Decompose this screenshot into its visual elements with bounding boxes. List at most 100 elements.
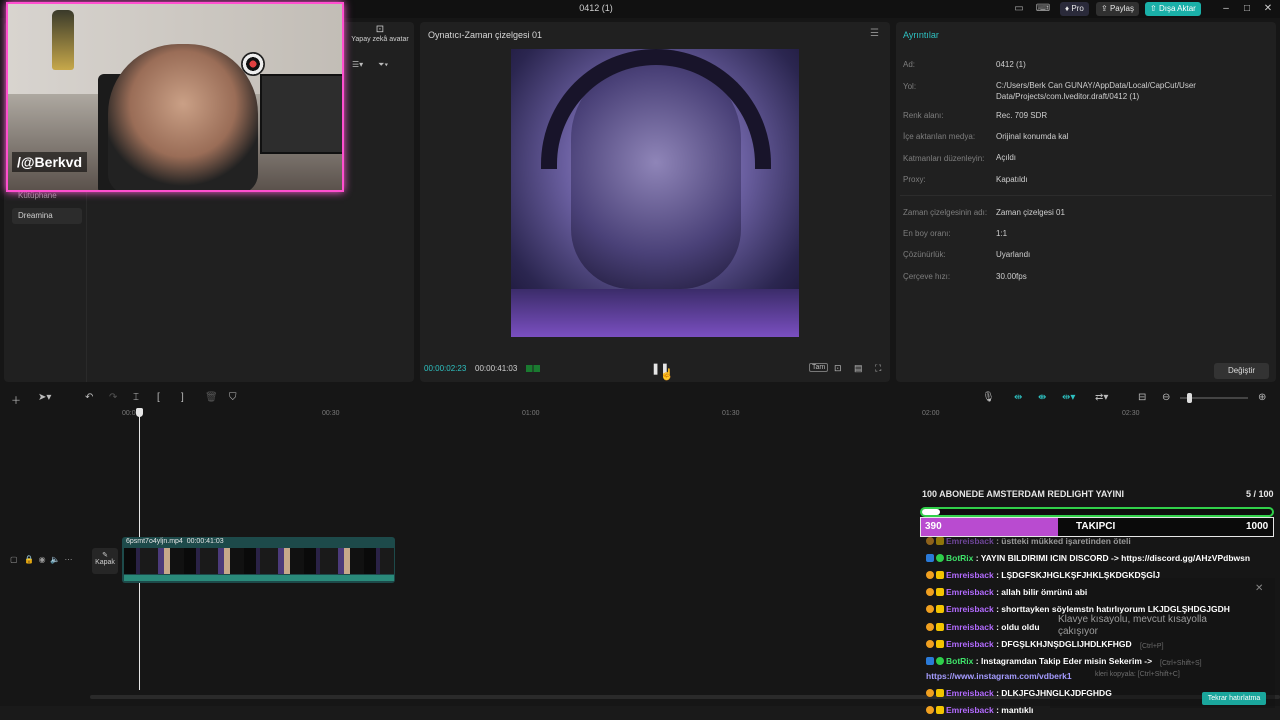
fullscreen-icon[interactable]: ⛶ (875, 363, 881, 374)
sub-badge-icon (926, 640, 934, 648)
minimize-button[interactable]: – (1219, 2, 1233, 16)
chat-text: Instagramdan Takip Eder misin Sekerim -> (980, 656, 1153, 666)
player-title: Oynatıcı-Zaman çizelgesi 01 (428, 30, 543, 40)
snap-icon[interactable]: ⇹▾ (1062, 392, 1075, 403)
gift-badge-icon (936, 623, 944, 631)
close-icon[interactable]: ✕ (1255, 583, 1263, 594)
ruler-tick: 01:00 (522, 410, 540, 417)
ruler-tick: 00:30 (322, 410, 340, 417)
chat-user: Emreisback (946, 536, 994, 546)
nav-item-dreamina[interactable]: Dreamina (12, 208, 82, 224)
sub-badge-icon (926, 623, 934, 631)
layout-icon[interactable]: ▭ (1011, 3, 1027, 15)
chat-user: BotRix (946, 656, 974, 666)
capcut-window: 0412 (1) ▭ ⌨ ♦ Pro ⇪ Paylaş ⇧ Dışa Aktar… (0, 0, 1280, 720)
lock-icon[interactable]: 🔒 (24, 555, 34, 564)
clip-thumbnails (124, 548, 394, 574)
sort-icon[interactable]: ☰▾ (352, 60, 363, 69)
chat-user: Emreisback (946, 639, 994, 649)
menu-icon[interactable]: ☰ (870, 28, 879, 39)
link-icon[interactable]: ⇹ (1014, 392, 1022, 403)
gift-badge-icon (936, 689, 944, 697)
follower-goal: 1000 (1246, 521, 1269, 532)
track-box-icon[interactable]: ▢ (10, 555, 18, 564)
clip-waveform (124, 575, 394, 581)
trim-left-icon[interactable]: [ (157, 392, 160, 403)
detail-value: 0412 (1) (996, 60, 1026, 69)
detail-value: Uyarlandı (996, 250, 1031, 259)
detail-value[interactable]: Kapatıldı (996, 174, 1266, 185)
zoom-slider-handle[interactable] (1187, 393, 1192, 403)
detail-value[interactable]: Orijinal konumda kal (996, 131, 1266, 142)
chat-text: LŞDGFSKJHGLKŞFJHKLŞKDGKDŞGİJ (1001, 570, 1160, 580)
taskbar-strip (0, 706, 1280, 720)
split-icon[interactable]: ⌶ (133, 392, 139, 403)
maximize-button[interactable]: □ (1240, 2, 1254, 16)
clip-duration: 00:00:41:03 (186, 538, 224, 545)
chat-message: Emreisback : DLKJFGJHNGLKJDFGHDG (926, 688, 1112, 698)
verified-badge-icon (936, 554, 944, 562)
ruler-tick: 02:00 (922, 410, 940, 417)
video-shirt (511, 289, 799, 337)
undo-icon[interactable]: ↶ (85, 392, 93, 403)
zoom-in-icon[interactable]: ⊕ (1258, 392, 1266, 403)
trim-right-icon[interactable]: ] (181, 392, 184, 403)
playhead-handle[interactable] (136, 408, 143, 417)
more-icon[interactable]: ⋯ (65, 555, 73, 564)
shortcut-icon[interactable]: ⌨ (1035, 3, 1051, 15)
delete-icon[interactable]: 🗑 (205, 392, 218, 403)
speaker-icon[interactable]: 🔈 (50, 555, 60, 564)
track-controls: ▢ 🔒 ◉ 🔈 ⋯ (10, 555, 73, 564)
detail-label: Katmanları düzenleyin: (903, 154, 985, 163)
chat-link[interactable]: https://www.instagram.com/vdberk1 (926, 671, 1072, 681)
chat-user: Emreisback (946, 688, 994, 698)
export-button[interactable]: ⇧ Dışa Aktar (1145, 2, 1201, 16)
ai-avatar-button[interactable]: ⊡ Yapay zekâ avatar (348, 24, 412, 50)
follower-current: 390 (925, 521, 942, 532)
chat-user: Emreisback (946, 622, 994, 632)
redo-icon[interactable]: ↷ (109, 392, 117, 403)
sub-badge-icon (926, 706, 934, 714)
shield-icon[interactable]: ⛉ (229, 392, 237, 403)
webcam-person (108, 44, 258, 190)
dont-remind-button[interactable]: Tekrar hatırlatma (1202, 692, 1266, 705)
preview-axis-icon[interactable]: ⇄▾ (1095, 392, 1108, 403)
crop-icon[interactable]: ⊡ (834, 363, 842, 374)
zoom-out-icon[interactable]: ⊖ (1162, 392, 1170, 403)
detail-value[interactable]: Açıldı (996, 152, 1266, 163)
cover-button[interactable]: ✎ Kapak (92, 548, 118, 574)
layout-icon[interactable]: ▤ (854, 363, 863, 374)
chat-user: BotRix (946, 553, 974, 563)
gift-badge-icon (936, 640, 944, 648)
chat-message: BotRix : Instagramdan Takip Eder misin S… (926, 656, 1152, 666)
select-tool-icon[interactable]: ➤▾ (38, 392, 51, 403)
chat-text: allah bilir ömrünü abi (1001, 587, 1088, 597)
webcam-bottle (52, 10, 74, 70)
pro-button[interactable]: ♦ Pro (1060, 2, 1089, 16)
goal-progress-bar (920, 507, 1274, 517)
ai-avatar-label: Yapay zekâ avatar (351, 36, 409, 43)
sub-badge-icon (926, 571, 934, 579)
close-button[interactable]: ✕ (1261, 2, 1275, 16)
detail-label: Çerçeve hızı: (903, 272, 951, 281)
clip-name: 6psmt7o4yljn.mp4 (126, 538, 183, 545)
chat-text: shorttayken söylemstn hatırlıyorum LKJDG… (1001, 604, 1230, 614)
caption-icon[interactable]: ⊟ (1138, 392, 1146, 403)
ruler-tick: 02:30 (1122, 410, 1140, 417)
chat-text: mantıklı (1001, 705, 1034, 715)
share-button[interactable]: ⇪ Paylaş (1096, 2, 1139, 16)
add-icon[interactable]: ＋ (11, 392, 21, 407)
details-title: Ayrıntılar (903, 30, 939, 40)
clip-label: 6psmt7o4yljn.mp4 00:00:41:03 (126, 538, 224, 545)
detail-label: En boy oranı: (903, 229, 951, 238)
change-button[interactable]: Değiştir (1214, 363, 1269, 379)
eye-icon[interactable]: ◉ (39, 555, 46, 564)
cover-label: Kapak (95, 559, 115, 566)
magnet-icon[interactable]: ⇼ (1038, 392, 1046, 403)
details-divider (900, 195, 1272, 196)
chat-user: Emreisback (946, 604, 994, 614)
detail-label: İçe aktarılan medya: (903, 132, 976, 141)
filter-icon[interactable]: ⏷▾ (378, 60, 388, 70)
ratio-button[interactable]: Tam (809, 363, 829, 372)
microphone-icon[interactable]: 🎙 (982, 392, 995, 403)
